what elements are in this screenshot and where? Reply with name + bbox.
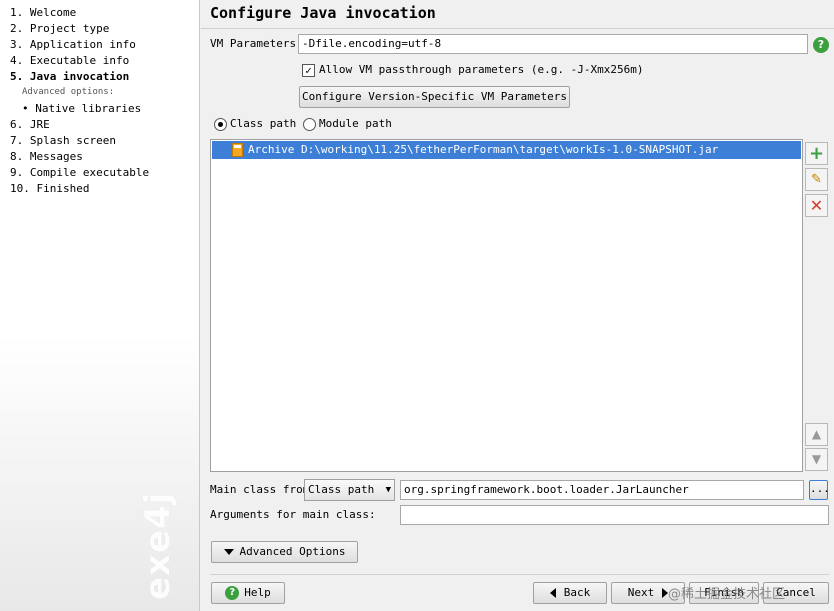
step-application-info[interactable]: 3. Application info xyxy=(10,37,136,52)
step-executable-info[interactable]: 4. Executable info xyxy=(10,53,129,68)
classpath-entry-text: Archive D:\working\11.25\fetherPerForman… xyxy=(248,143,719,156)
classpath-radio[interactable] xyxy=(214,118,227,131)
vm-parameters-input[interactable]: -Dfile.encoding=utf-8 xyxy=(298,34,808,54)
main-class-source-select[interactable]: Class path ▼ xyxy=(304,479,395,501)
back-button[interactable]: Back xyxy=(533,582,607,604)
next-button-label: Next xyxy=(627,586,655,599)
advanced-options-button[interactable]: Advanced Options xyxy=(211,541,358,563)
wizard-steps-sidebar: 1. Welcome 2. Project type 3. Applicatio… xyxy=(0,0,200,611)
help-button[interactable]: ? Help xyxy=(211,582,285,604)
main-class-from-label: Main class from xyxy=(210,483,310,496)
step-native-libraries[interactable]: • Native libraries xyxy=(22,101,141,116)
exe4j-watermark: exe4j xyxy=(138,491,178,600)
add-entry-plus-icon[interactable]: + xyxy=(805,142,828,165)
step-compile-executable[interactable]: 9. Compile executable xyxy=(10,165,149,180)
list-item[interactable]: Archive D:\working\11.25\fetherPerForman… xyxy=(212,141,801,159)
page-title: Configure Java invocation xyxy=(210,4,436,22)
browse-main-class-button[interactable]: ... xyxy=(809,480,830,500)
main-class-source-value: Class path xyxy=(308,483,375,496)
advanced-options-heading: Advanced options: xyxy=(22,87,115,97)
passthrough-checkbox[interactable]: ✓ xyxy=(302,64,315,77)
source-watermark-overlay: @稀土掘金技术社区 xyxy=(668,587,786,602)
passthrough-label: Allow VM passthrough parameters (e.g. -J… xyxy=(319,63,644,76)
chevron-down-icon: ▼ xyxy=(385,485,391,495)
remove-entry-x-icon[interactable]: ✕ xyxy=(805,194,828,217)
configure-version-specific-button[interactable]: Configure Version-Specific VM Parameters xyxy=(299,86,570,108)
arguments-label: Arguments for main class: xyxy=(210,508,376,521)
main-class-input[interactable]: org.springframework.boot.loader.JarLaunc… xyxy=(400,480,804,500)
advanced-options-label: Advanced Options xyxy=(239,545,346,558)
jar-archive-icon xyxy=(232,143,243,157)
help-circle-icon: ? xyxy=(225,586,240,600)
step-finished[interactable]: 10. Finished xyxy=(10,181,89,196)
modulepath-radio-label: Module path xyxy=(319,117,392,130)
help-icon[interactable]: ? xyxy=(813,37,829,53)
move-down-arrow-icon[interactable]: ▼ xyxy=(805,448,828,471)
step-java-invocation[interactable]: 5. Java invocation xyxy=(10,69,129,84)
classpath-list[interactable]: Archive D:\working\11.25\fetherPerForman… xyxy=(210,139,803,472)
arguments-input[interactable] xyxy=(400,505,829,525)
modulepath-radio[interactable] xyxy=(303,118,316,131)
step-project-type[interactable]: 2. Project type xyxy=(10,21,109,36)
step-splash-screen[interactable]: 7. Splash screen xyxy=(10,133,116,148)
step-messages[interactable]: 8. Messages xyxy=(10,149,83,164)
help-button-label: Help xyxy=(244,586,271,599)
step-welcome[interactable]: 1. Welcome xyxy=(10,5,76,20)
vm-parameters-label: VM Parameters: xyxy=(210,37,303,50)
back-button-label: Back xyxy=(563,586,591,599)
edit-entry-pencil-icon[interactable]: ✎ xyxy=(805,168,828,191)
triangle-down-icon xyxy=(223,549,234,555)
classpath-radio-label: Class path xyxy=(230,117,297,130)
footer-divider xyxy=(210,574,829,575)
main-panel: Configure Java invocation VM Parameters:… xyxy=(201,0,834,611)
arrow-left-icon xyxy=(549,588,556,598)
title-divider xyxy=(201,28,834,29)
step-jre[interactable]: 6. JRE xyxy=(10,117,50,132)
move-up-arrow-icon[interactable]: ▲ xyxy=(805,423,828,446)
